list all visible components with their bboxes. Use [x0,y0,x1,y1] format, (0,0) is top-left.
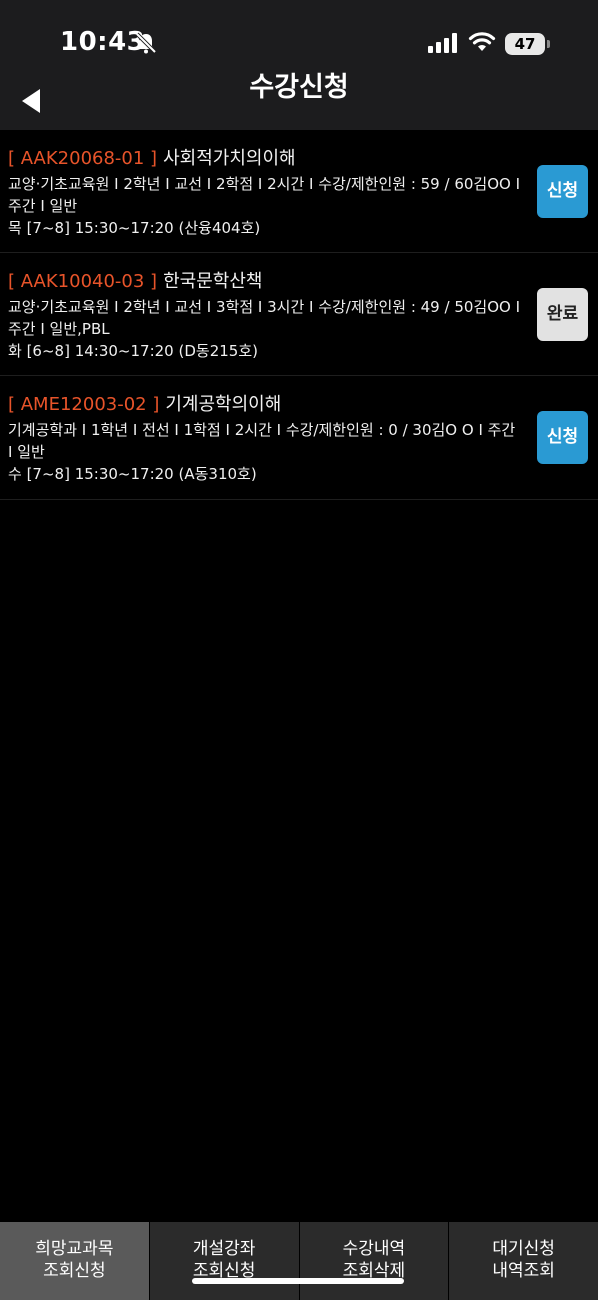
completed-button[interactable]: 완료 [537,288,588,341]
tab-enrollment-history[interactable]: 수강내역 조회삭제 [300,1222,450,1300]
bottom-tab-bar: 희망교과목 조회신청 개설강좌 조회신청 수강내역 조회삭제 대기신청 내역조회 [0,1222,598,1300]
page-title-text: 수강신청 [249,72,349,103]
course-title-line: [ AAK10040-03 ] 한국문학산책 [8,270,598,294]
bell-slash-icon [135,32,157,54]
course-schedule: 수 [7~8] 15:30~17:20 (A동310호) [8,465,257,483]
nav-bar: 수강신청 [0,72,598,130]
screen: 10:43 47 수강신청 [AAK20068-01] 사회적가치의이해 교… [0,0,598,1300]
battery-nub [547,40,550,48]
status-time: 10:43 [60,27,146,57]
course-detail: 교양·기초교육원 I 2학년 I 교선 I 2학점 I 2시간 I 수강/제한인… [8,175,521,215]
course-name: 사회적가치의이해 [163,148,296,169]
tab-label-line2: 조회신청 [43,1261,106,1281]
apply-button[interactable]: 신청 [537,411,588,464]
tab-label-line1: 희망교과목 [35,1239,114,1259]
cellular-signal-icon [428,33,457,53]
tab-wish-courses[interactable]: 희망교과목 조회신청 [0,1222,150,1300]
apply-button[interactable]: 신청 [537,165,588,218]
course-item: [ AAK10040-03 ] 한국문학산책 교양·기초교육원 I 2학년 I 교… [0,253,598,376]
course-item: [ AME12003-02 ] 기계공학의이해 기계공학과 I 1학년 I 전선 … [0,376,598,500]
course-list: [ AAK20068-01 ] 사회적가치의이해 교양·기초교육원 I 2학년 I… [0,130,598,500]
page-title: 수강신청 [0,72,598,103]
status-bar: 10:43 47 [0,0,598,78]
course-name: 기계공학의이해 [165,394,282,415]
course-detail: 교양·기초교육원 I 2학년 I 교선 I 3학점 I 3시간 I 수강/제한인… [8,298,521,338]
battery-icon: 47 [505,33,551,55]
course-detail: 기계공학과 I 1학년 I 전선 I 1학점 I 2시간 I 수강/제한인원 :… [8,421,516,461]
tab-label-line2: 내역조회 [492,1261,555,1281]
wifi-icon [468,32,496,51]
tab-label-line1: 대기신청 [492,1239,555,1259]
course-code: [ AAK20068-01 ] [8,148,158,169]
tab-waitlist[interactable]: 대기신청 내역조회 [449,1222,598,1300]
tab-label-line1: 수강내역 [342,1239,406,1259]
home-indicator[interactable] [192,1278,404,1284]
course-name: 한국문학산책 [163,271,263,292]
course-code: [ AAK10040-03 ] [8,271,158,292]
course-title-line: [ AME12003-02 ] 기계공학의이해 [8,393,598,417]
course-schedule: 화 [6~8] 14:30~17:20 (D동215호) [8,342,258,360]
course-code: [ AME12003-02 ] [8,394,160,415]
course-title-line: [ AAK20068-01 ] 사회적가치의이해 [8,147,598,171]
battery-level: 47 [505,33,545,55]
tab-open-courses[interactable]: 개설강좌 조회신청 [150,1222,300,1300]
course-schedule: 목 [7~8] 15:30~17:20 (산융404호) [8,219,261,237]
tab-label-line1: 개설강좌 [192,1239,256,1259]
course-item: [ AAK20068-01 ] 사회적가치의이해 교양·기초교육원 I 2학년 I… [0,130,598,253]
